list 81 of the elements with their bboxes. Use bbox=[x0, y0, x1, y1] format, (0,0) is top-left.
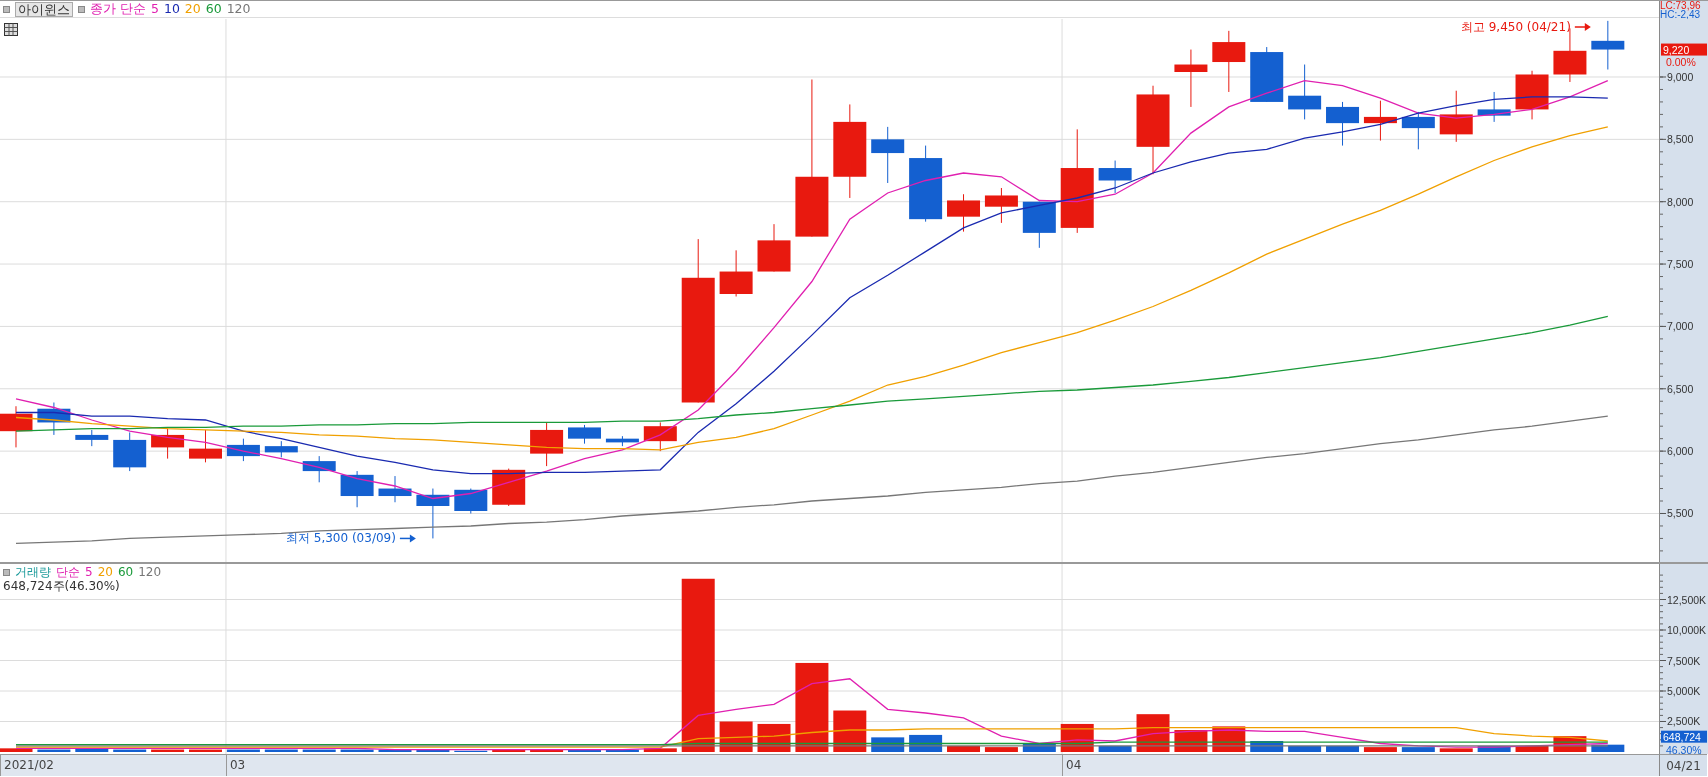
date-label: 04 bbox=[1062, 755, 1082, 776]
candlestick bbox=[1477, 91, 1511, 123]
candlestick bbox=[492, 468, 526, 507]
axis-label: 6,000 bbox=[1667, 445, 1694, 458]
stock-name-button[interactable]: 아이윈스 bbox=[15, 1, 73, 17]
legend-label: 10 bbox=[163, 2, 180, 16]
candlestick bbox=[189, 429, 222, 463]
candlestick bbox=[416, 488, 450, 539]
candlestick bbox=[530, 421, 564, 467]
candlestick bbox=[340, 470, 374, 508]
table-icon bbox=[4, 23, 18, 36]
legend-label: 60 bbox=[117, 565, 134, 579]
candlestick bbox=[1212, 30, 1246, 93]
candlestick bbox=[1401, 111, 1435, 150]
value-badge: 9,220 bbox=[1661, 43, 1707, 56]
legend-label: 5 bbox=[151, 2, 159, 16]
candlestick bbox=[454, 488, 488, 514]
axis-label: 8,500 bbox=[1667, 133, 1694, 146]
candlestick bbox=[226, 438, 260, 462]
candlestick bbox=[1174, 49, 1208, 108]
axis-label: 7,500K bbox=[1667, 654, 1701, 667]
candlestick bbox=[302, 455, 336, 483]
change-label: 46.30% bbox=[1666, 743, 1702, 754]
candlestick bbox=[0, 405, 33, 448]
candlestick bbox=[1591, 20, 1625, 70]
axis-label: 10,000K bbox=[1667, 624, 1707, 636]
date-label: 03 bbox=[225, 755, 246, 776]
candlestick bbox=[719, 249, 753, 297]
candlestick bbox=[757, 223, 791, 273]
date-label: 2021/02 bbox=[0, 755, 54, 776]
legend-label: 단순 bbox=[56, 565, 80, 579]
legend-label: 120 bbox=[138, 565, 162, 579]
lc-label: LC:73,96 bbox=[1660, 1, 1702, 10]
candlestick bbox=[264, 440, 298, 458]
candlestick bbox=[1098, 160, 1132, 194]
legend-label: 20 bbox=[97, 565, 113, 579]
candlestick bbox=[947, 193, 980, 233]
square-icon bbox=[78, 5, 85, 13]
axis-label: 2,500K bbox=[1667, 715, 1701, 728]
legend-label: 20 bbox=[184, 2, 201, 16]
candlestick bbox=[113, 431, 147, 472]
arrow-icon bbox=[1574, 23, 1591, 31]
candlestick bbox=[1363, 100, 1397, 142]
value-badge: 648,724 bbox=[1661, 730, 1707, 743]
candlestick bbox=[568, 424, 601, 445]
legend-label: 120 bbox=[226, 2, 251, 16]
change-label: 0.00% bbox=[1666, 55, 1696, 68]
price-note: 최저 5,300 (03/09) bbox=[285, 531, 396, 546]
axis-label: 9,000 bbox=[1667, 71, 1694, 83]
candlestick bbox=[1288, 64, 1322, 120]
candlestick bbox=[871, 126, 905, 184]
axis-label: 7,500 bbox=[1667, 258, 1694, 271]
date-label: 04/21 bbox=[1666, 758, 1701, 773]
square-icon bbox=[3, 5, 10, 13]
price-note: 최고 9,450 (04/21) bbox=[1460, 20, 1571, 34]
candlestick bbox=[1439, 90, 1473, 143]
legend-label: 60 bbox=[205, 2, 222, 16]
volume-summary: 648,724주(46.30%) bbox=[3, 579, 121, 593]
candlestick bbox=[605, 435, 639, 447]
candlestick bbox=[643, 421, 677, 452]
candlestick bbox=[1326, 101, 1360, 147]
legend-label: 거래량 bbox=[15, 565, 51, 579]
candlestick bbox=[37, 402, 71, 436]
candlestick bbox=[151, 428, 185, 460]
axis-label: 7,000 bbox=[1667, 320, 1694, 333]
candlestick bbox=[378, 475, 412, 503]
axis-label: 5,500 bbox=[1667, 507, 1694, 520]
axis-label: 5,000K bbox=[1667, 685, 1701, 697]
axis-label: 8,000 bbox=[1667, 195, 1694, 208]
axis-label: 6,500 bbox=[1667, 382, 1694, 395]
square-icon bbox=[3, 568, 10, 576]
legend-label: 5 bbox=[85, 565, 93, 579]
legend-label: 종가 단순 bbox=[90, 2, 146, 16]
candlestick bbox=[1515, 70, 1549, 120]
candlestick bbox=[75, 429, 109, 447]
candlestick bbox=[1022, 201, 1056, 249]
arrow-icon bbox=[399, 534, 416, 543]
hc-label: HC:-2,43 bbox=[1660, 10, 1701, 19]
axis-label: 12,500K bbox=[1667, 593, 1707, 606]
candlestick bbox=[1250, 46, 1284, 103]
candlestick bbox=[984, 187, 1018, 224]
